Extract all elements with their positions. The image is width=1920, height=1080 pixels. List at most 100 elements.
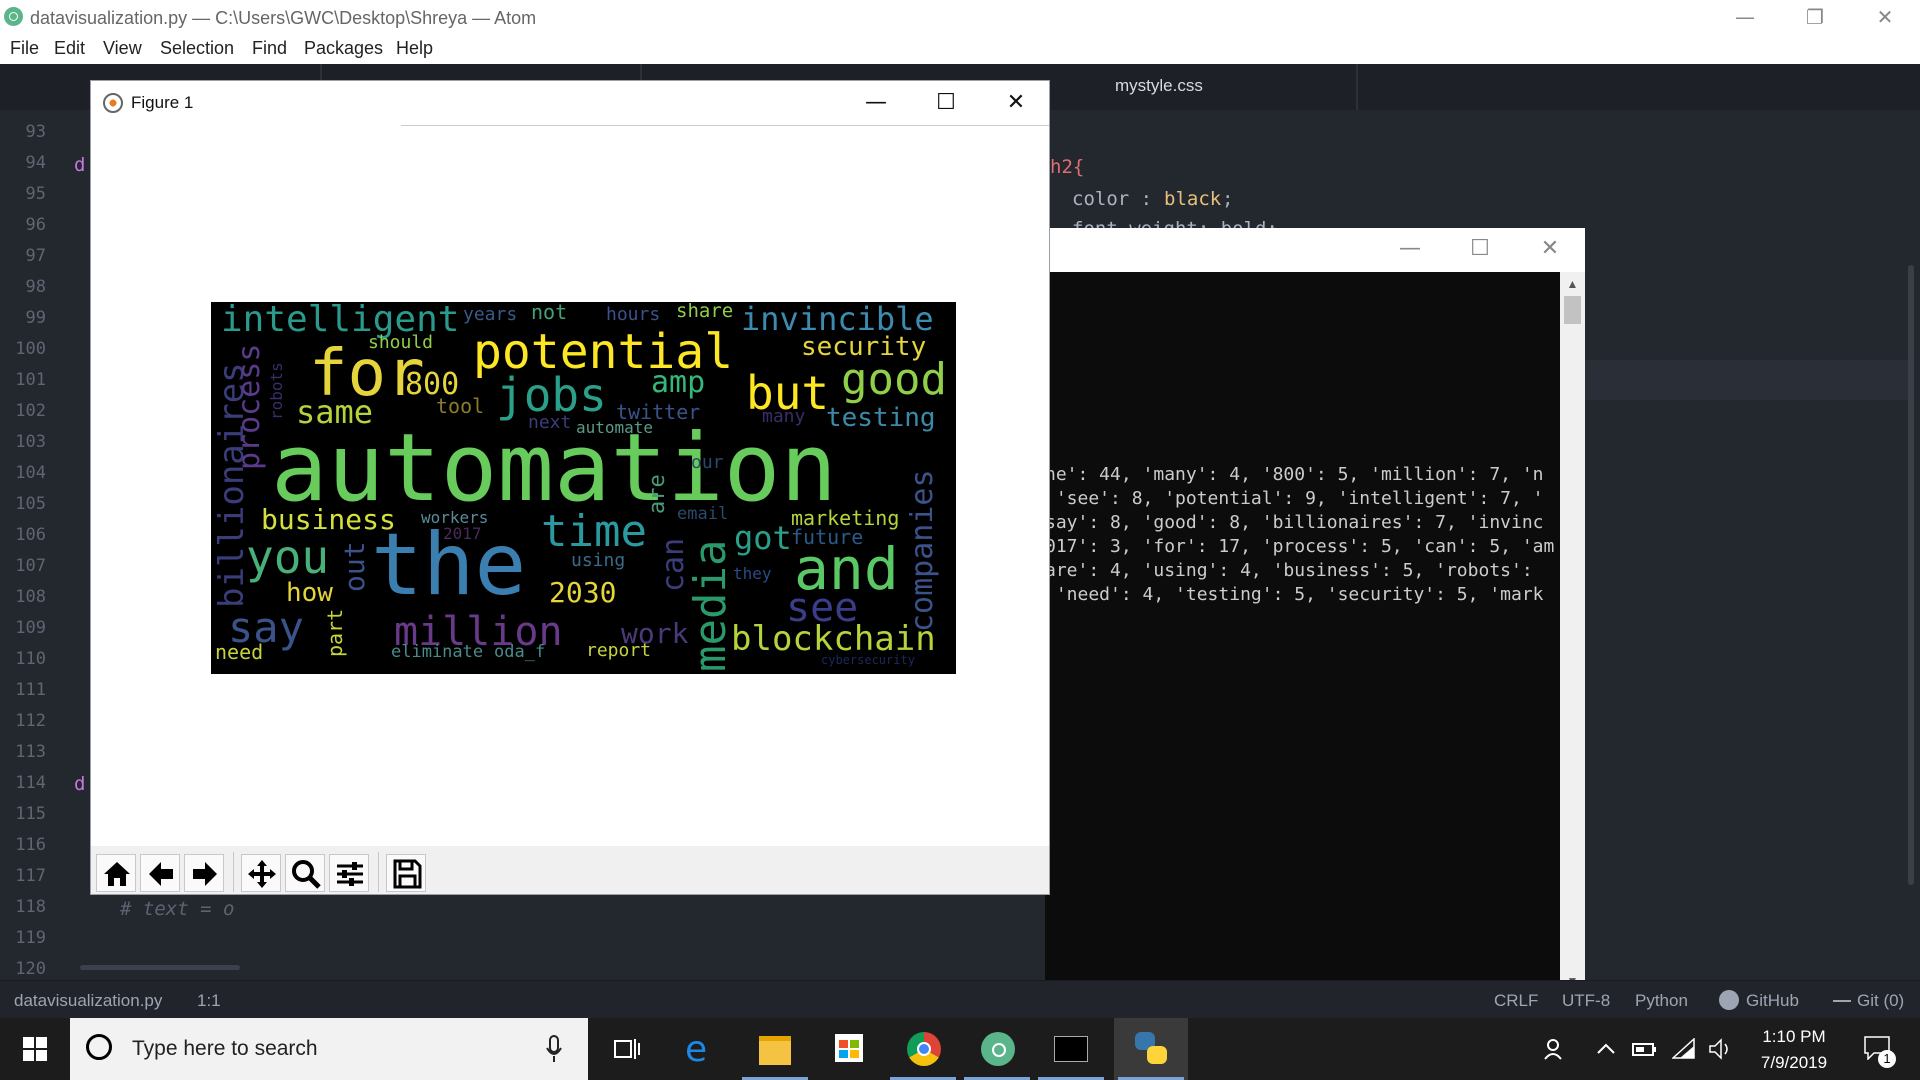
word: robots xyxy=(267,362,286,420)
chrome-icon xyxy=(907,1032,941,1066)
word: 2030 xyxy=(549,576,617,609)
line-number: 97 xyxy=(25,246,46,266)
battery-button[interactable] xyxy=(1630,1018,1660,1080)
console-line: are': 4, 'using': 4, 'business': 5, 'rob… xyxy=(1045,560,1544,581)
word: are xyxy=(645,474,670,514)
terminal-button[interactable] xyxy=(1034,1018,1108,1080)
line-number: 105 xyxy=(15,494,46,514)
back-arrow-icon xyxy=(149,862,173,886)
zoom-button[interactable] xyxy=(285,854,325,892)
forward-button[interactable] xyxy=(184,854,224,892)
atom-logo-icon xyxy=(4,7,23,26)
save-button[interactable] xyxy=(386,854,426,892)
menu-view[interactable]: View xyxy=(103,38,142,59)
code-fragment-def: d xyxy=(74,773,86,795)
figure-maximize-button[interactable]: ☐ xyxy=(911,81,981,125)
status-github[interactable]: GitHub xyxy=(1746,991,1799,1011)
word: you xyxy=(246,530,330,584)
file-explorer-button[interactable] xyxy=(738,1018,812,1080)
editor-horizontal-scrollbar[interactable] xyxy=(80,965,240,970)
status-line-ending[interactable]: CRLF xyxy=(1494,991,1538,1011)
subplots-button[interactable] xyxy=(329,854,369,892)
line-number: 106 xyxy=(15,525,46,545)
pan-icon xyxy=(248,860,276,888)
status-grammar[interactable]: Python xyxy=(1635,991,1688,1011)
css-value: black xyxy=(1164,188,1222,210)
clock-date[interactable]: 7/9/2019 xyxy=(1744,1053,1844,1073)
word: our xyxy=(691,452,724,473)
menu-edit[interactable]: Edit xyxy=(54,38,85,59)
python-button[interactable] xyxy=(1114,1018,1188,1080)
minimize-button[interactable]: — xyxy=(1710,0,1780,34)
forward-arrow-icon xyxy=(193,862,217,886)
status-file-name[interactable]: datavisualization.py xyxy=(14,991,162,1011)
line-number: 96 xyxy=(25,215,46,235)
status-bar: datavisualization.py 1:1 CRLF UTF-8 Pyth… xyxy=(0,980,1920,1019)
word: eliminate xyxy=(391,642,484,662)
console-scroll-thumb[interactable] xyxy=(1564,296,1581,324)
back-button[interactable] xyxy=(140,854,180,892)
menu-selection[interactable]: Selection xyxy=(160,38,234,59)
figure-title-divider xyxy=(401,125,1049,126)
status-git[interactable]: Git (0) xyxy=(1857,991,1904,1011)
menu-file[interactable]: File xyxy=(10,38,39,59)
code-fragment-def: d xyxy=(74,154,86,176)
atom-button[interactable] xyxy=(960,1018,1034,1080)
home-button[interactable] xyxy=(96,854,136,892)
people-button[interactable] xyxy=(1540,1018,1570,1080)
status-encoding[interactable]: UTF-8 xyxy=(1562,991,1610,1011)
word: tool xyxy=(436,394,485,418)
line-number: 119 xyxy=(15,928,46,948)
word: hours xyxy=(606,304,661,325)
wifi-button[interactable] xyxy=(1670,1018,1700,1080)
scroll-up-arrow-icon[interactable]: ▲ xyxy=(1560,272,1585,296)
tab-mystyle-css[interactable] xyxy=(1050,64,1356,110)
terminal-icon xyxy=(1054,1036,1088,1062)
show-hidden-icons-button[interactable] xyxy=(1596,1018,1616,1080)
css-property-partial: font-weight: bold; xyxy=(1072,218,1278,228)
chrome-button[interactable] xyxy=(886,1018,960,1080)
tab-separator xyxy=(1356,64,1358,110)
word: media xyxy=(685,539,736,672)
line-number: 109 xyxy=(15,618,46,638)
line-number: 101 xyxy=(15,370,46,390)
word: out xyxy=(338,541,371,592)
search-placeholder: Type here to search xyxy=(132,1037,318,1060)
task-view-button[interactable] xyxy=(590,1018,664,1080)
battery-icon xyxy=(1632,1043,1656,1056)
console-line: 'need': 4, 'testing': 5, 'security': 5, … xyxy=(1045,584,1544,604)
editor-vertical-scrollbar[interactable] xyxy=(1908,265,1914,885)
console-minimize-button[interactable]: — xyxy=(1380,232,1440,266)
line-number: 113 xyxy=(15,742,46,762)
taskbar-search-box[interactable]: Type here to search xyxy=(70,1018,588,1080)
taskbar: Type here to search e 1:10 PM 7/9/2019 1 xyxy=(0,1018,1920,1080)
figure-minimize-button[interactable]: — xyxy=(841,81,911,125)
cortana-icon xyxy=(86,1034,112,1060)
pan-button[interactable] xyxy=(241,854,281,892)
word: not xyxy=(531,302,568,324)
restore-button[interactable]: ❐ xyxy=(1780,0,1850,34)
close-button[interactable]: ✕ xyxy=(1850,0,1920,34)
menu-find[interactable]: Find xyxy=(252,38,287,59)
figure-close-button[interactable]: ✕ xyxy=(981,81,1051,125)
menu-help[interactable]: Help xyxy=(396,38,433,59)
menu-packages[interactable]: Packages xyxy=(304,38,383,59)
volume-button[interactable] xyxy=(1706,1018,1736,1080)
word: report xyxy=(586,640,652,661)
clock-time[interactable]: 1:10 PM xyxy=(1752,1027,1836,1047)
console-scrollbar[interactable]: ▲ ▼ xyxy=(1560,272,1585,993)
store-button[interactable] xyxy=(812,1018,886,1080)
start-button[interactable] xyxy=(0,1018,70,1080)
status-cursor-position[interactable]: 1:1 xyxy=(197,991,221,1011)
console-restore-button[interactable]: ☐ xyxy=(1450,232,1510,266)
file-explorer-icon xyxy=(759,1036,791,1065)
line-number: 108 xyxy=(15,587,46,607)
microphone-icon[interactable] xyxy=(546,1034,562,1064)
edge-button[interactable]: e xyxy=(664,1018,738,1080)
action-center-button[interactable]: 1 xyxy=(1858,1018,1898,1080)
word: share xyxy=(676,302,734,322)
word: time xyxy=(541,506,647,557)
console-close-button[interactable]: ✕ xyxy=(1520,232,1580,266)
line-number: 98 xyxy=(25,277,46,297)
word-cloud-image: intelligent years not hours share invinc… xyxy=(211,302,956,674)
